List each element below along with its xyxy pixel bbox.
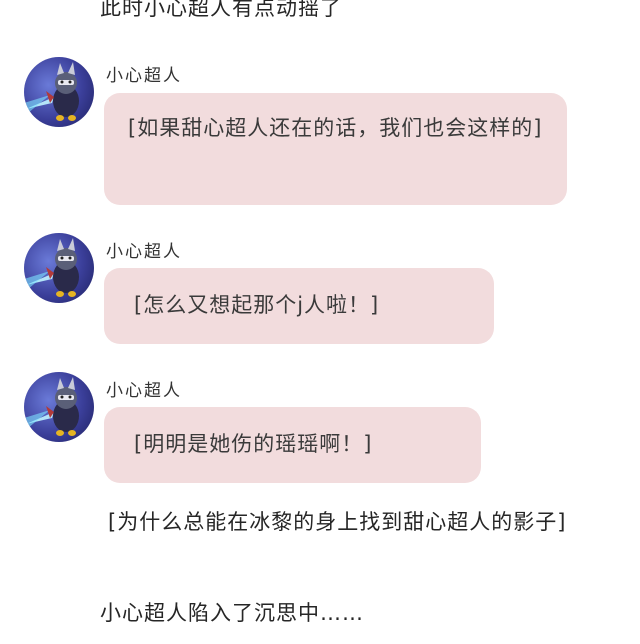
sender-name: 小心超人 (106, 66, 182, 86)
message-bubble[interactable]: [怎么又想起那个j人啦！] (104, 268, 494, 344)
message-text: [怎么又想起那个j人啦！] (134, 293, 380, 317)
message-bubble[interactable]: [明明是她伤的瑶瑶啊！] (104, 407, 481, 483)
narration-bottom: 小心超人陷入了沉思中…… (100, 601, 364, 625)
hero-avatar-icon[interactable] (24, 57, 94, 127)
narration-middle: [为什么总能在冰黎的身上找到甜心超人的影子] (108, 510, 567, 534)
hero-avatar-icon[interactable] (24, 233, 94, 303)
message-text: [明明是她伤的瑶瑶啊！] (134, 432, 373, 456)
sender-name: 小心超人 (106, 381, 182, 401)
hero-avatar-icon[interactable] (24, 372, 94, 442)
message-text: [如果甜心超人还在的话，我们也会这样的] (128, 116, 543, 140)
message-bubble[interactable]: [如果甜心超人还在的话，我们也会这样的] (104, 93, 567, 205)
narration-top: 此时小心超人有点动摇了 (100, 0, 342, 20)
sender-name: 小心超人 (106, 242, 182, 262)
